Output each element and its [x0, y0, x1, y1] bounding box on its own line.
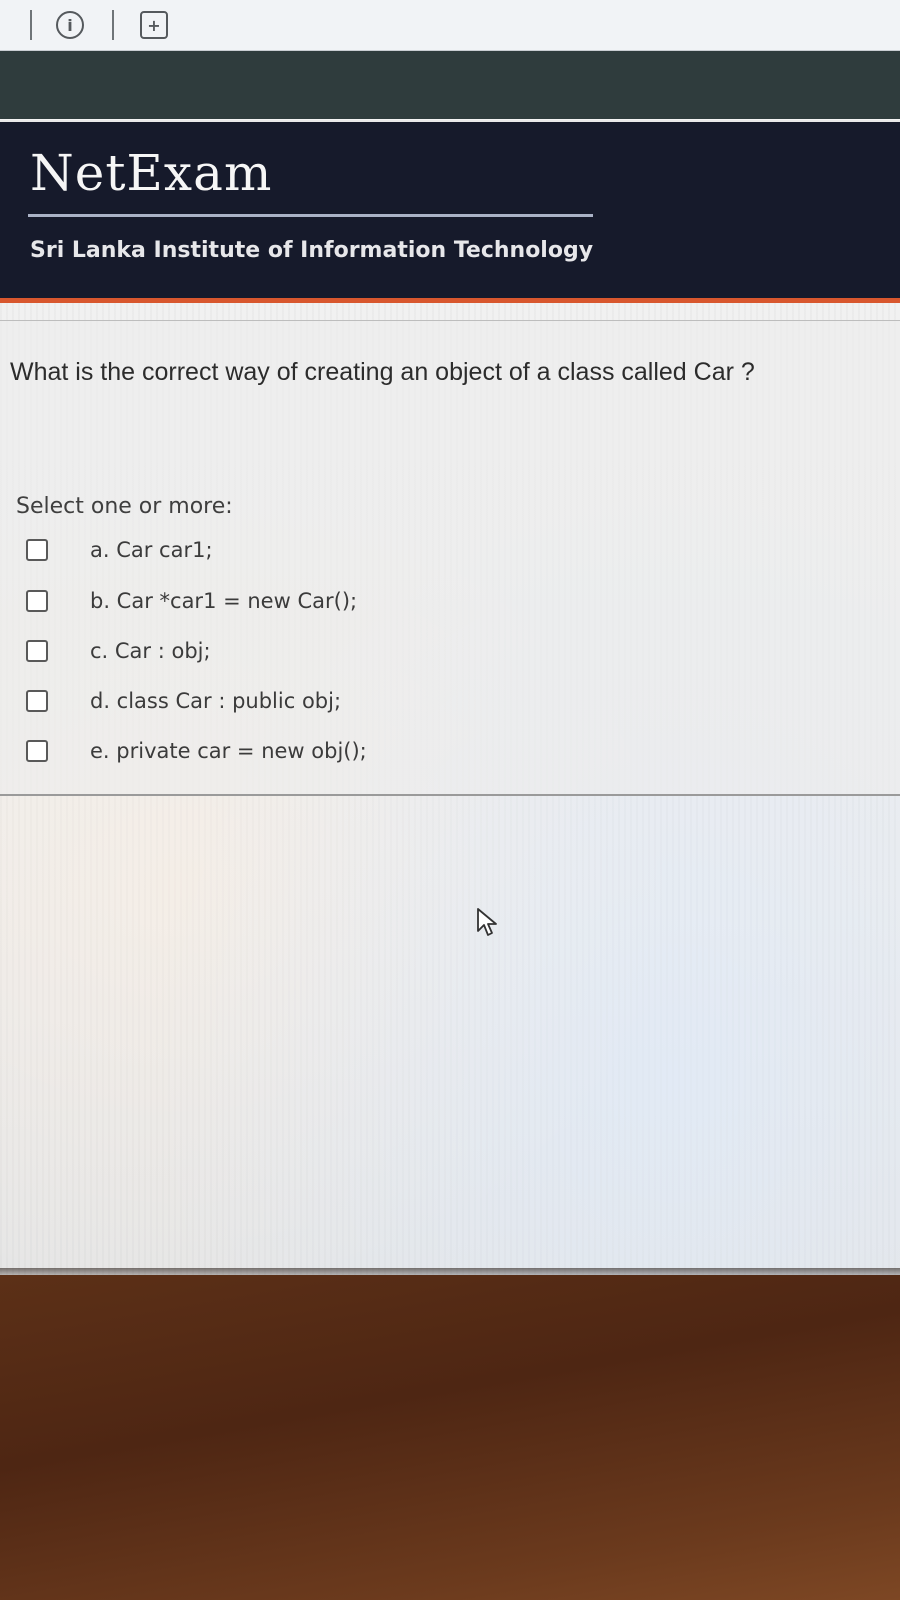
answer-option-b[interactable]: b. Car *car1 = new Car(); — [26, 584, 357, 618]
toolbar-separator — [30, 10, 32, 40]
header-band — [0, 51, 900, 119]
checkbox[interactable] — [26, 539, 48, 561]
info-icon[interactable]: i — [56, 11, 84, 39]
answer-option-e[interactable]: e. private car = new obj(); — [26, 734, 367, 768]
exam-screen: i + NetExam Sri Lanka Institute of Infor… — [0, 0, 900, 1275]
toolbar-separator — [112, 10, 114, 40]
option-label: b. Car *car1 = new Car(); — [90, 589, 358, 613]
institute-name: Sri Lanka Institute of Information Techn… — [30, 238, 594, 263]
answer-option-a[interactable]: a. Car car1; — [26, 533, 213, 567]
editor-toolbar: i + — [0, 0, 900, 51]
answer-option-c[interactable]: c. Car : obj; — [26, 634, 211, 668]
question-text: What is the correct way of creating an o… — [10, 358, 755, 386]
logo-underline — [28, 214, 593, 217]
checkbox[interactable] — [26, 740, 48, 762]
answer-option-d[interactable]: d. class Car : public obj; — [26, 684, 341, 718]
checkbox[interactable] — [26, 690, 48, 712]
banner-accent-line — [0, 298, 900, 303]
option-label: d. class Car : public obj; — [90, 689, 342, 713]
answer-prompt: Select one or more: — [16, 494, 233, 519]
option-label: c. Car : obj; — [90, 639, 211, 663]
option-label: a. Car car1; — [90, 538, 213, 562]
checkbox[interactable] — [26, 590, 48, 612]
add-box-icon[interactable]: + — [140, 11, 168, 39]
mouse-pointer-icon — [477, 908, 497, 936]
desk-surface — [0, 1275, 900, 1600]
site-logo-text: NetExam — [30, 144, 273, 202]
option-label: e. private car = new obj(); — [90, 739, 367, 763]
checkbox[interactable] — [26, 640, 48, 662]
